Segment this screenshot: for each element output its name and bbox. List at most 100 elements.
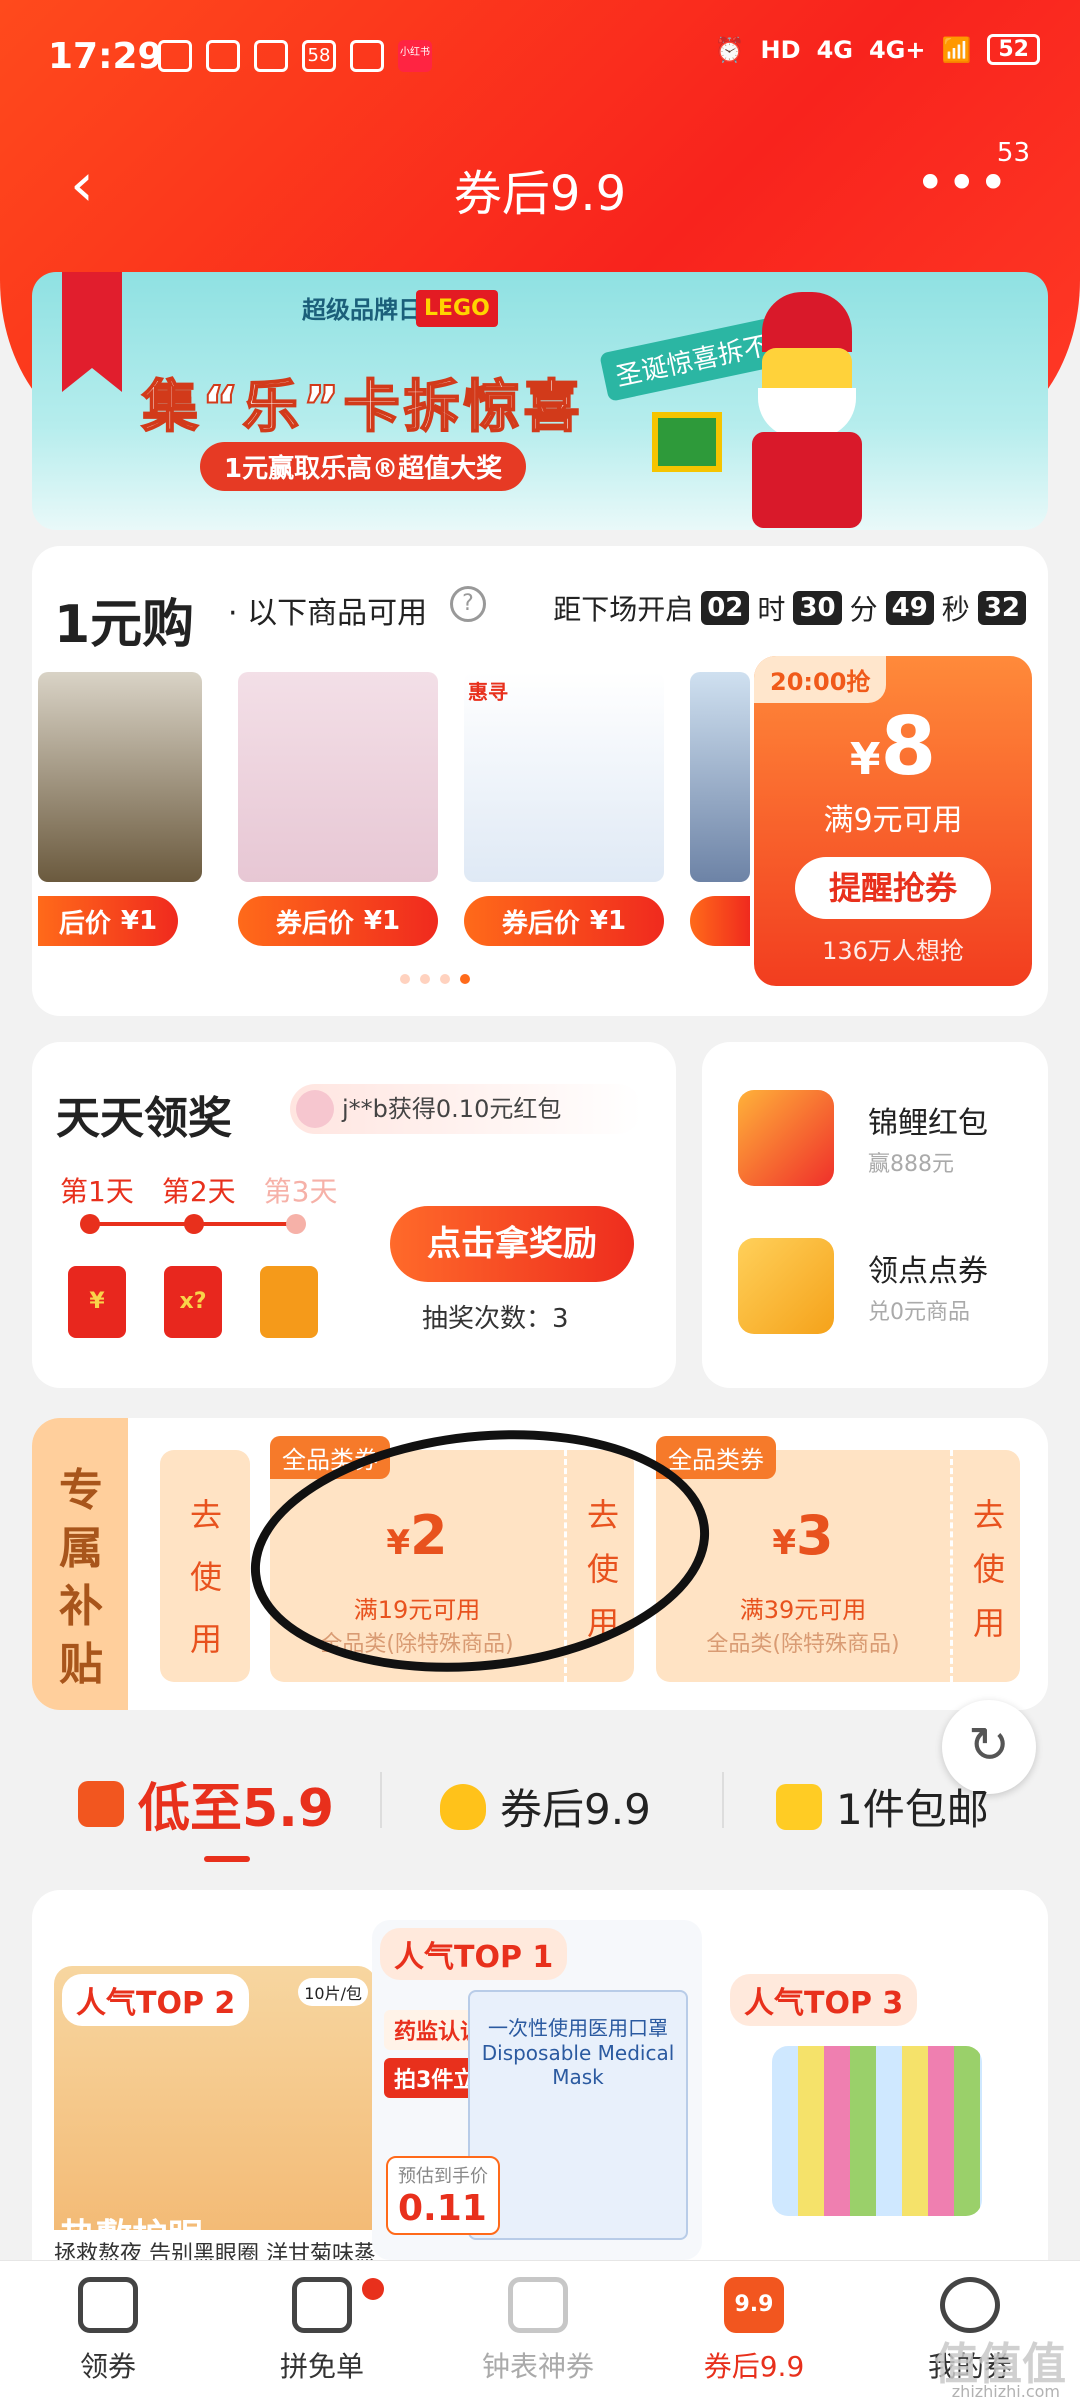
app-notification-icon [206,40,240,72]
nav-label: 拼免单 [279,2350,364,2383]
rank-badge: 人气TOP 2 [62,1974,250,2026]
daily-title: 天天领奖 [56,1093,232,1144]
day-progress-labels: 第1天 第2天 第3天 [60,1170,337,1210]
countdown-seconds: 49 [885,591,934,625]
product-card[interactable]: 券后价 ¥1 [238,672,438,946]
product-tile[interactable]: 人气TOP 3 [722,1966,1028,2266]
red-envelope-icon: ¥ [68,1266,126,1338]
amount: 8 [880,700,937,793]
watch-icon [508,2277,568,2333]
use-coupon-button[interactable]: 去 使 用 [950,1450,1020,1682]
cleaner-bottles-image: 惠寻 [464,672,664,882]
product-tile[interactable]: 人气TOP 1 药监认证备案可查 拍3件立享6折 一次性使用医用口罩 Dispo… [372,1920,702,2260]
tab-after-coupon[interactable]: 券后9.9 [440,1776,651,1837]
qq-icon [350,40,384,72]
price-label: 券后价 [275,908,354,939]
currency: ¥ [849,734,881,785]
countdown-hours: 02 [701,591,750,625]
nav-watch-coupons[interactable]: 钟表神券 [458,2277,618,2385]
tab-free-shipping[interactable]: 1件包邮 [776,1776,989,1837]
alarm-icon: ⏰ [714,35,745,64]
watermark-url: zhizhizhi.com [951,2382,1060,2401]
draw-count: 抽奖次数：3 [422,1304,569,1334]
carousel-dot [420,974,430,984]
signal-4g-plus-icon: 4G+ [868,35,926,64]
label-char: 属 [59,1523,103,1574]
promo-banner[interactable]: 超级品牌日 LEGO 集“乐”卡拆惊喜 1元赢取乐高®超值大奖 圣诞惊喜拆不完 [32,272,1048,530]
coupon-icon [78,2277,138,2333]
progress-dot [286,1214,306,1234]
use-char: 使 [189,1558,222,1596]
tab-divider [380,1772,382,1828]
promo-time: 20:00抢 [754,656,887,703]
tab-low-price[interactable]: 低至5.9 [78,1766,334,1841]
banner-headline: 集“乐”卡拆惊喜 [141,374,584,441]
coupon-card[interactable]: 全品类券 ¥3 满39元可用 全品类(除特殊商品) 去 使 用 [656,1436,1020,1682]
one-yuan-title: 1元购 [54,595,195,655]
status-time: 17:29 [48,36,163,77]
nav-coupons[interactable]: 领券 [28,2277,188,2385]
dot-coupon[interactable]: 领点点券 兑0元商品 [738,1238,988,1334]
carousel-dot [400,974,410,984]
nine-nine-icon: 9.9 [724,2277,784,2333]
nav-label: 钟表神券 [481,2350,594,2383]
countdown: 距下场开启 02 时 30 分 49 秒 32 [553,588,1026,628]
price-value: ¥1 [363,906,401,936]
banner-subline: 1元赢取乐高®超值大奖 [200,442,527,491]
second-unit: 秒 [941,593,970,626]
app-notification-icon [158,40,192,72]
side-rewards-card: 锦鲤红包 赢888元 领点点券 兑0元商品 [702,1042,1048,1388]
coupon-promo[interactable]: 20:00抢 ¥8 满9元可用 提醒抢券 136万人想抢 [754,656,1032,986]
progress-dot [80,1214,100,1234]
more-dots-icon[interactable]: ••• [916,154,1010,212]
product-card-partial[interactable] [690,672,750,946]
label-char: 专 [59,1465,103,1516]
app-notification-icon [254,40,288,72]
face-towel-image [238,672,438,882]
rank-badge: 人气TOP 1 [380,1928,568,1980]
product-tile[interactable]: 人气TOP 2 10片/包 热敷护眼 拯救熬夜 告别黑眼圈 洋甘菊味蒸汽眼罩 [54,1966,376,2306]
price-value: 0.11 [398,2188,487,2229]
mask-image: 一次性使用医用口罩 Disposable Medical Mask [468,1990,688,2240]
countdown-label: 距下场开启 [553,593,694,626]
gift-box-icon [260,1266,318,1338]
trash-bag-rolls-image [772,2046,982,2216]
tab-label: 低至5.9 [138,1779,335,1839]
avatar [296,1090,334,1128]
coupon-ticket-icon [738,1238,834,1334]
coupon-partial[interactable]: 去 使 用 [160,1450,250,1682]
hd-icon: HD [760,35,801,64]
rank-badge: 人气TOP 3 [730,1974,918,2026]
daily-reward-card: 天天领奖 j**b获得0.10元红包 第1天 第2天 第3天 ¥ x? 点击拿奖… [32,1042,676,1388]
battery-icon: 52 [987,34,1040,65]
reward-envelopes: ¥ x? [68,1266,318,1338]
price-label: 预估到手价 [398,2166,488,2187]
help-icon[interactable]: ? [450,586,486,622]
amount: 3 [796,1504,834,1567]
wallet-icon [292,2277,352,2333]
day-progress-track [80,1214,306,1234]
one-yuan-subtitle: · 以下商品可用 [228,596,428,631]
notification-icons: 58 小红书 [158,40,432,72]
countdown-minutes: 30 [793,591,842,625]
product-card[interactable]: 惠寻 券后价 ¥1 [464,672,664,946]
use-char: 用 [972,1604,1005,1642]
claim-reward-button[interactable]: 点击拿奖励 [390,1206,634,1282]
coupon-condition: 满39元可用 [739,1596,867,1624]
label-char: 贴 [59,1639,103,1690]
reward-title: 领点点券 [868,1254,988,1289]
use-char: 用 [189,1620,222,1658]
price-value: ¥1 [589,906,627,936]
product-card[interactable]: 后价 ¥1 [38,672,202,946]
day3-label: 第3天 [263,1175,338,1208]
status-bar: 17:29 58 小红书 ⏰ HD 4G 4G+ 📶 52 [0,0,1080,120]
koi-red-packet[interactable]: 锦鲤红包 赢888元 [738,1090,988,1186]
winner-ticker: j**b获得0.10元红包 [290,1084,642,1134]
remind-button[interactable]: 提醒抢券 [795,857,991,919]
hour-unit: 时 [757,593,786,626]
wifi-icon: 📶 [941,35,972,64]
nav-after-coupon[interactable]: 9.9 券后9.9 [674,2277,834,2385]
price-pill: 后价 ¥1 [38,896,178,946]
price-value: ¥1 [120,906,158,936]
notification-dot [362,2278,384,2300]
